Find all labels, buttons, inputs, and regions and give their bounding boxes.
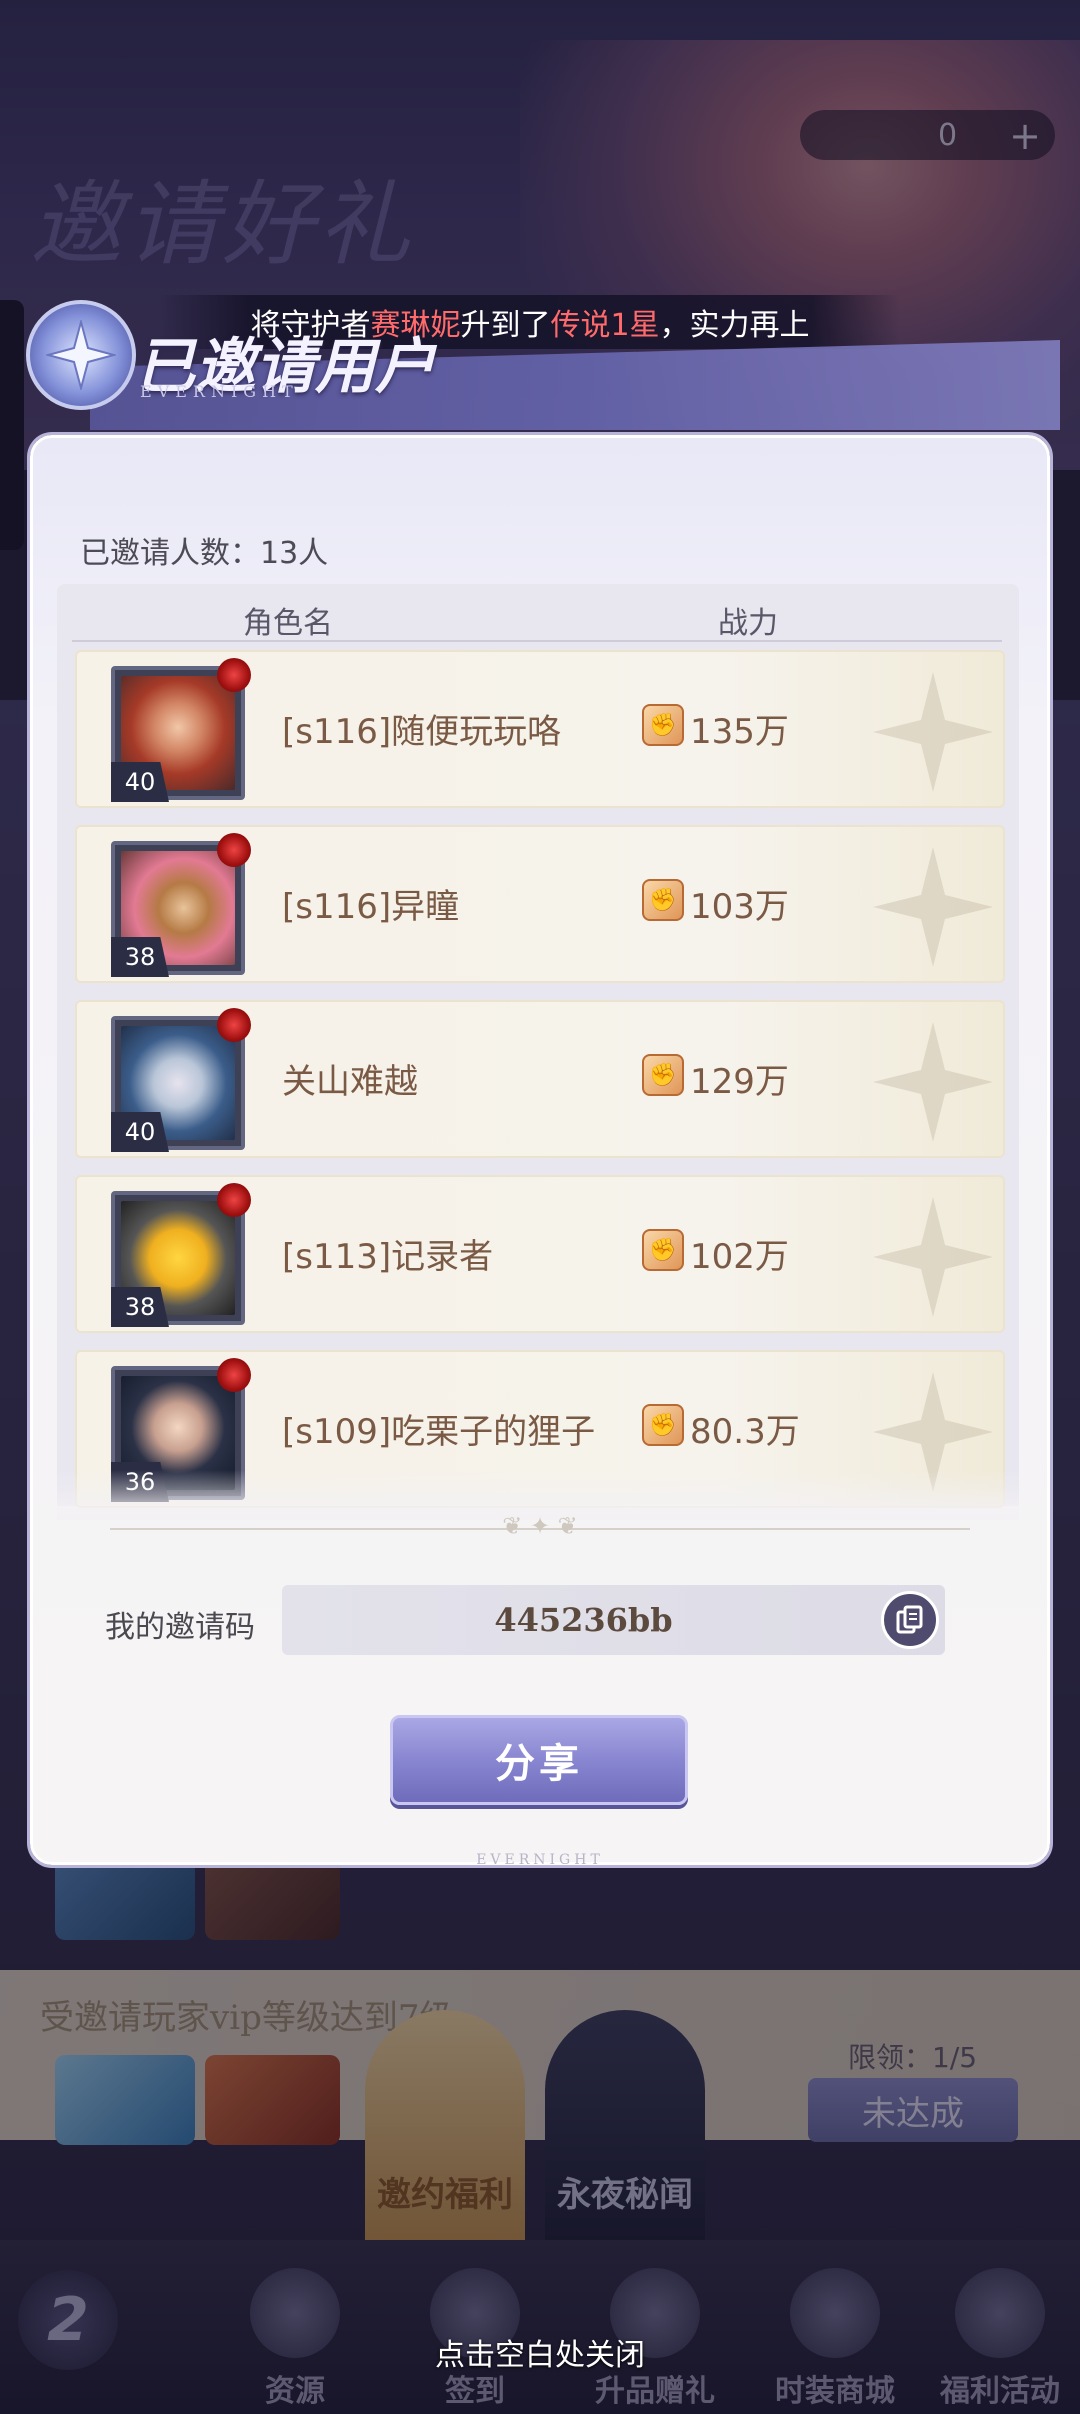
copy-button[interactable]	[881, 1591, 939, 1649]
player-name: [s116]异瞳	[282, 887, 460, 927]
rose-icon	[217, 658, 251, 692]
star-emblem-icon	[26, 300, 136, 410]
column-header-name: 角色名	[243, 606, 333, 641]
power-value: 135万	[690, 712, 789, 752]
compass-watermark-icon	[873, 1197, 993, 1317]
compass-watermark-icon	[873, 1022, 993, 1142]
power-value: 80.3万	[690, 1412, 800, 1452]
avatar: 38	[107, 833, 251, 977]
player-name: [s113]记录者	[282, 1237, 494, 1277]
power-value: 102万	[690, 1237, 789, 1277]
column-header-power: 战力	[718, 606, 778, 641]
level-badge: 40	[111, 1112, 169, 1152]
rose-icon	[217, 1008, 251, 1042]
rose-icon	[217, 833, 251, 867]
level-badge: 38	[111, 937, 169, 977]
marquee-middle: 升到了	[460, 308, 551, 343]
avatar: 40	[107, 658, 251, 802]
panel-footer-logo: EVERNIGHT	[476, 1852, 604, 1868]
invite-code-label: 我的邀请码	[105, 1610, 255, 1645]
fist-power-icon: ✊	[642, 1229, 684, 1271]
avatar: 40	[107, 1008, 251, 1152]
fist-power-icon: ✊	[642, 1054, 684, 1096]
copy-icon	[896, 1605, 923, 1634]
level-badge: 40	[111, 762, 169, 802]
marquee-rank: 传说1星	[550, 308, 660, 343]
player-name: 关山难越	[282, 1062, 418, 1102]
panel-subtitle: EVERNIGHT	[140, 382, 299, 401]
list-item[interactable]: 40 关山难越 ✊ 129万	[75, 1000, 1005, 1158]
rose-icon	[217, 1358, 251, 1392]
compass-watermark-icon	[873, 672, 993, 792]
marquee-suffix: ，实力再上	[659, 308, 810, 343]
invite-code-field: 445236bb	[282, 1585, 945, 1655]
list-item[interactable]: 38 [s113]记录者 ✊ 102万	[75, 1175, 1005, 1333]
rose-icon	[217, 1183, 251, 1217]
fist-power-icon: ✊	[642, 704, 684, 746]
avatar: 38	[107, 1183, 251, 1327]
level-badge: 38	[111, 1287, 169, 1327]
list-item[interactable]: 38 [s116]异瞳 ✊ 103万	[75, 825, 1005, 983]
power-value: 129万	[690, 1062, 789, 1102]
invite-count: 已邀请人数：13人	[80, 536, 329, 571]
share-button[interactable]: 分享	[390, 1715, 688, 1805]
player-name: [s109]吃栗子的狸子	[282, 1412, 596, 1452]
player-name: [s116]随便玩玩咯	[282, 712, 562, 752]
close-hint: 点击空白处关闭	[435, 2338, 645, 2373]
fist-power-icon: ✊	[642, 879, 684, 921]
header-divider	[72, 640, 1002, 642]
compass-watermark-icon	[873, 847, 993, 967]
ornament-flourish-icon: ❦ ✦ ❦	[502, 1512, 578, 1540]
power-value: 103万	[690, 887, 789, 927]
list-item[interactable]: 40 [s116]随便玩玩咯 ✊ 135万	[75, 650, 1005, 808]
fist-power-icon: ✊	[642, 1404, 684, 1446]
invite-code-value: 445236bb	[494, 1601, 673, 1639]
